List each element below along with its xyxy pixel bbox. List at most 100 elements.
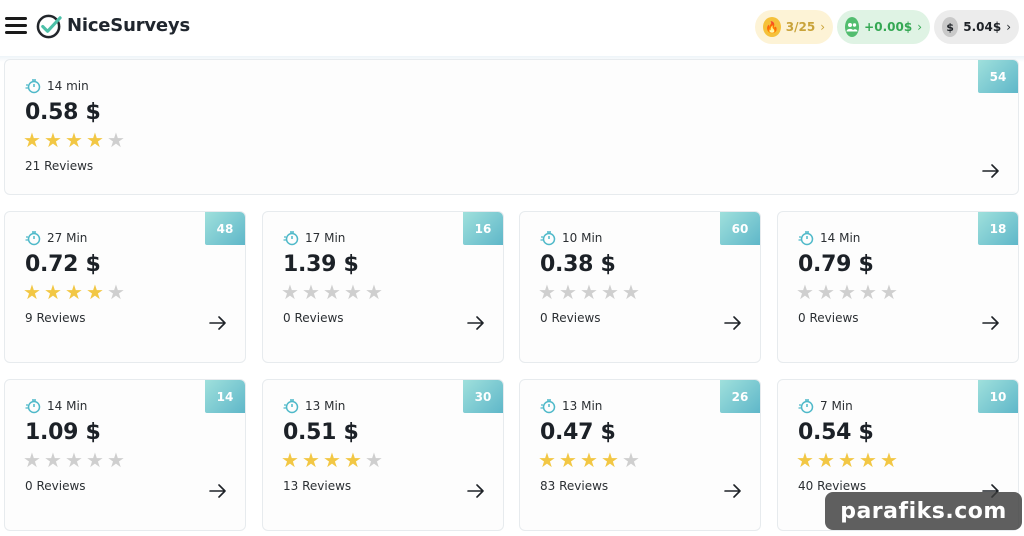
star-filled-icon: ★: [859, 448, 877, 472]
star-empty-icon: ★: [323, 280, 341, 304]
star-empty-icon: ★: [281, 280, 299, 304]
streak-label: 3/25: [785, 20, 816, 34]
duration-label: 14 Min: [47, 399, 88, 413]
survey-card-featured[interactable]: 54 14 min 0.58 $ ★ ★ ★ ★ ★ 21 Reviews: [4, 59, 1019, 195]
hamburger-menu-icon[interactable]: [5, 17, 27, 35]
chevron-right-icon: ›: [917, 20, 922, 34]
duration-label: 13 Min: [562, 399, 603, 413]
referral-label: +0.00$: [864, 20, 913, 34]
stopwatch-icon: [798, 231, 814, 246]
survey-count-badge: 30: [463, 380, 503, 413]
survey-card[interactable]: 26 13 Min 0.47 $ ★ ★ ★ ★ ★ 83 Reviews: [519, 379, 761, 531]
review-count: 13 Reviews: [283, 479, 352, 493]
rating-stars: ★ ★ ★ ★ ★: [23, 282, 128, 302]
duration-label: 17 Min: [305, 231, 346, 245]
referral-button[interactable]: +0.00$ ›: [837, 10, 930, 44]
balance-button[interactable]: $ 5.04$ ›: [934, 10, 1019, 44]
star-filled-icon: ★: [323, 448, 341, 472]
flame-icon: 🔥: [763, 17, 781, 37]
star-filled-icon: ★: [344, 448, 362, 472]
star-empty-icon: ★: [559, 280, 577, 304]
duration-label: 14 min: [47, 79, 89, 93]
survey-duration: 10 Min: [540, 230, 602, 246]
star-filled-icon: ★: [23, 128, 41, 152]
duration-label: 10 Min: [562, 231, 603, 245]
chevron-right-icon: ›: [1006, 20, 1011, 34]
arrow-right-icon[interactable]: [724, 316, 742, 330]
stopwatch-icon: [798, 399, 814, 414]
survey-count-badge: 18: [978, 212, 1018, 245]
survey-count-badge: 16: [463, 212, 503, 245]
star-empty-icon: ★: [838, 280, 856, 304]
arrow-right-icon[interactable]: [982, 316, 1000, 330]
survey-card[interactable]: 18 14 Min 0.79 $ ★ ★ ★ ★ ★ 0 Reviews: [777, 211, 1019, 363]
stopwatch-icon: [283, 399, 299, 414]
star-empty-icon: ★: [538, 280, 556, 304]
review-count: 0 Reviews: [25, 479, 86, 493]
survey-count-badge: 60: [720, 212, 760, 245]
review-count: 40 Reviews: [798, 479, 867, 493]
dollar-icon: $: [942, 17, 959, 37]
review-count: 0 Reviews: [283, 311, 344, 325]
star-empty-icon: ★: [23, 448, 41, 472]
survey-card[interactable]: 60 10 Min 0.38 $ ★ ★ ★ ★ ★ 0 Reviews: [519, 211, 761, 363]
stopwatch-icon: [540, 231, 556, 246]
duration-label: 7 Min: [820, 399, 853, 413]
star-empty-icon: ★: [107, 128, 125, 152]
review-count: 0 Reviews: [798, 311, 859, 325]
survey-card[interactable]: 30 13 Min 0.51 $ ★ ★ ★ ★ ★ 13 Reviews: [262, 379, 504, 531]
rating-stars: ★ ★ ★ ★ ★: [538, 282, 643, 302]
survey-count-badge: 54: [978, 60, 1018, 93]
survey-price: 0.54 $: [798, 420, 874, 445]
arrow-right-icon[interactable]: [982, 164, 1000, 178]
rating-stars: ★ ★ ★ ★ ★: [23, 130, 128, 150]
users-icon: [845, 17, 860, 37]
rating-stars: ★ ★ ★ ★ ★: [281, 450, 386, 470]
star-filled-icon: ★: [580, 448, 598, 472]
star-filled-icon: ★: [559, 448, 577, 472]
survey-price: 0.47 $: [540, 420, 616, 445]
survey-price: 1.39 $: [283, 252, 359, 277]
arrow-right-icon[interactable]: [724, 484, 742, 498]
app-logo-text[interactable]: NiceSurveys: [67, 15, 190, 36]
star-empty-icon: ★: [580, 280, 598, 304]
star-empty-icon: ★: [86, 448, 104, 472]
arrow-right-icon[interactable]: [467, 316, 485, 330]
survey-card[interactable]: 14 14 Min 1.09 $ ★ ★ ★ ★ ★ 0 Reviews: [4, 379, 246, 531]
star-empty-icon: ★: [859, 280, 877, 304]
rating-stars: ★ ★ ★ ★ ★: [796, 282, 901, 302]
survey-price: 0.79 $: [798, 252, 874, 277]
survey-price: 0.38 $: [540, 252, 616, 277]
star-filled-icon: ★: [302, 448, 320, 472]
arrow-right-icon[interactable]: [467, 484, 485, 498]
star-filled-icon: ★: [817, 448, 835, 472]
review-count: 21 Reviews: [25, 159, 94, 173]
survey-duration: 14 Min: [25, 398, 87, 414]
survey-price: 1.09 $: [25, 420, 101, 445]
star-empty-icon: ★: [622, 448, 640, 472]
duration-label: 13 Min: [305, 399, 346, 413]
top-header: NiceSurveys 🔥 3/25 › +0.00$ › $ 5.04$ ›: [0, 0, 1024, 56]
review-count: 83 Reviews: [540, 479, 609, 493]
survey-duration: 27 Min: [25, 230, 87, 246]
survey-price: 0.72 $: [25, 252, 101, 277]
star-filled-icon: ★: [796, 448, 814, 472]
arrow-right-icon[interactable]: [209, 316, 227, 330]
survey-price: 0.51 $: [283, 420, 359, 445]
star-filled-icon: ★: [86, 128, 104, 152]
survey-card[interactable]: 48 27 Min 0.72 $ ★ ★ ★ ★ ★ 9 Reviews: [4, 211, 246, 363]
star-filled-icon: ★: [281, 448, 299, 472]
star-filled-icon: ★: [86, 280, 104, 304]
stopwatch-icon: [25, 231, 41, 246]
star-filled-icon: ★: [44, 280, 62, 304]
arrow-right-icon[interactable]: [209, 484, 227, 498]
rating-stars: ★ ★ ★ ★ ★: [281, 282, 386, 302]
star-empty-icon: ★: [796, 280, 814, 304]
star-empty-icon: ★: [601, 280, 619, 304]
survey-count-badge: 10: [978, 380, 1018, 413]
survey-card[interactable]: 16 17 Min 1.39 $ ★ ★ ★ ★ ★ 0 Reviews: [262, 211, 504, 363]
streak-button[interactable]: 🔥 3/25 ›: [755, 10, 833, 44]
star-empty-icon: ★: [65, 448, 83, 472]
survey-duration: 17 Min: [283, 230, 345, 246]
star-filled-icon: ★: [44, 128, 62, 152]
